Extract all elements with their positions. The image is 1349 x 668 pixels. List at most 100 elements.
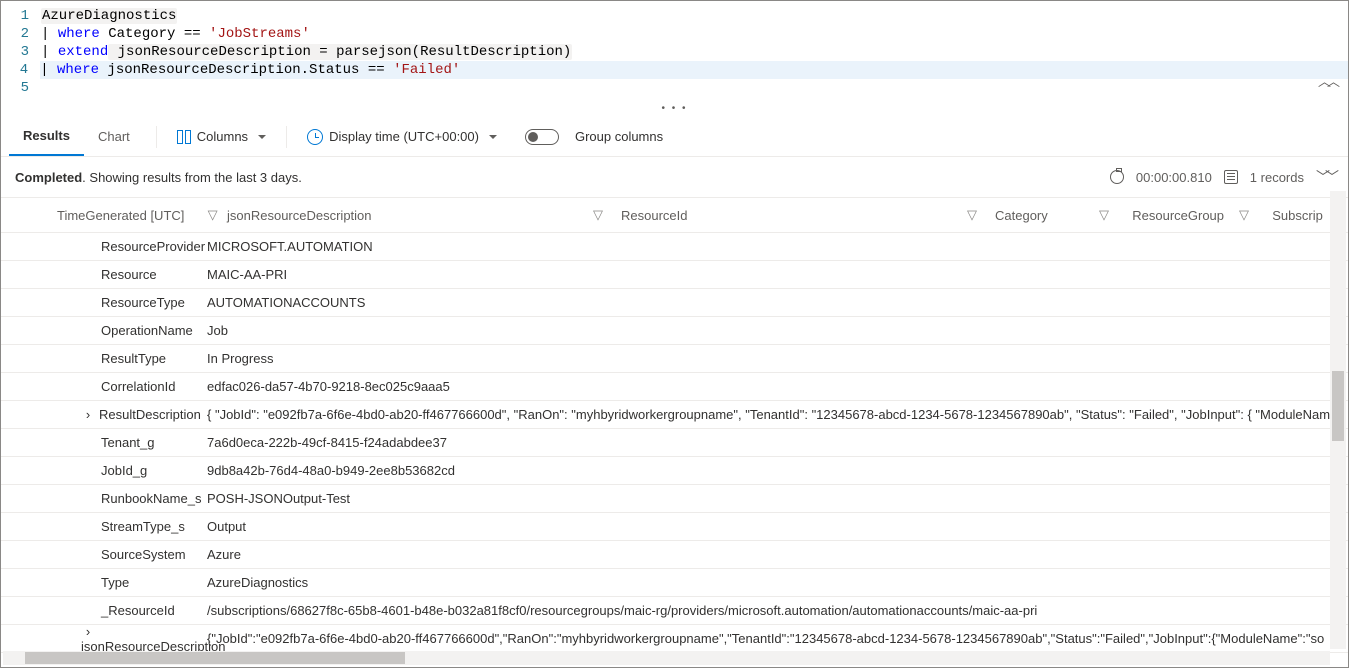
row-key: ResultDescription [99, 407, 201, 422]
row-value: {"JobId":"e092fb7a-6f6e-4bd0-ab20-ff4677… [207, 631, 1348, 646]
line-number: 5 [1, 79, 41, 97]
col-resourcegroup[interactable]: ResourceGroup [1132, 208, 1224, 223]
row-key: ResourceProvider [57, 239, 207, 254]
row-value: AzureDiagnostics [207, 575, 1348, 590]
row-key: StreamType_s [57, 519, 207, 534]
row-key: RunbookName_s [57, 491, 207, 506]
group-columns-toggle[interactable] [525, 129, 559, 145]
filter-icon[interactable]: ▽ [1099, 207, 1109, 223]
row-key: JobId_g [57, 463, 207, 478]
expand-row-icon[interactable]: › [81, 624, 95, 639]
row-value: MAIC-AA-PRI [207, 267, 1348, 282]
vertical-scrollbar[interactable] [1330, 191, 1346, 649]
expand-status-icon[interactable]: ﹀﹀ [1316, 167, 1334, 187]
filter-icon[interactable]: ▽ [967, 207, 977, 223]
code-token: Category == [100, 26, 209, 42]
row-value: Azure [207, 547, 1348, 562]
results-toolbar: Results Chart Columns Display time (UTC+… [1, 117, 1348, 157]
filter-icon[interactable]: ▽ [593, 207, 603, 223]
clock-icon [307, 129, 323, 145]
col-timegenerated[interactable]: TimeGenerated [UTC] [57, 208, 184, 223]
code-token: AzureDiagnostics [41, 8, 177, 24]
row-key: Resource [57, 267, 207, 282]
row-value: In Progress [207, 351, 1348, 366]
grid-body[interactable]: ResourceProviderMICROSOFT.AUTOMATIONReso… [1, 233, 1348, 667]
group-columns-label: Group columns [575, 129, 663, 144]
expand-row-icon[interactable]: › [81, 407, 95, 422]
editor-drag-handle[interactable]: • • • [1, 103, 1348, 117]
line-number: 2 [1, 25, 41, 43]
status-text: . Showing results from the last 3 days. [82, 170, 302, 185]
table-row: ›jsonResourceDescription{"JobId":"e092fb… [1, 625, 1348, 653]
status-completed: Completed [15, 170, 82, 185]
table-row: › ResultDescription { "JobId": "e092fb7a-6… [1, 401, 1348, 429]
row-key: Tenant_g [57, 435, 207, 450]
status-bar: Completed. Showing results from the last… [1, 157, 1348, 197]
row-value: AUTOMATIONACCOUNTS [207, 295, 1348, 310]
stopwatch-icon [1110, 170, 1124, 184]
col-jsonresourcedescription[interactable]: jsonResourceDescription [227, 208, 372, 223]
table-row: _ResourceId/subscriptions/68627f8c-65b8-… [1, 597, 1348, 625]
row-key: ResourceType [57, 295, 207, 310]
filter-icon[interactable]: ▽ [1239, 207, 1249, 223]
line-number: 3 [1, 43, 41, 61]
row-key: Type [57, 575, 207, 590]
line-number: 1 [1, 7, 41, 25]
row-value: /subscriptions/68627f8c-65b8-4601-b48e-b… [207, 603, 1348, 618]
horizontal-scroll-thumb[interactable] [25, 652, 405, 664]
query-editor[interactable]: 1AzureDiagnostics2| where Category == 'J… [1, 1, 1348, 99]
table-row: ResourceMAIC-AA-PRI [1, 261, 1348, 289]
display-time-label: Display time (UTC+00:00) [329, 129, 479, 144]
table-row: JobId_g9db8a42b-76d4-48a0-b949-2ee8b5368… [1, 457, 1348, 485]
filter-icon[interactable]: ▽ [208, 207, 218, 223]
code-token: | [40, 62, 57, 78]
grid-header: TimeGenerated [UTC] ▽ jsonResourceDescri… [1, 197, 1348, 233]
row-value: POSH-JSONOutput-Test [207, 491, 1348, 506]
separator [286, 126, 287, 148]
collapse-editor-icon[interactable]: ︿︿ [1318, 71, 1336, 90]
row-value: { "JobId": "e092fb7a-6f6e-4bd0-ab20-ff46… [207, 407, 1348, 422]
columns-label: Columns [197, 129, 248, 144]
table-row: Tenant_g7a6d0eca-222b-49cf-8415-f24adabd… [1, 429, 1348, 457]
table-row: SourceSystemAzure [1, 541, 1348, 569]
code-token: jsonResourceDescription = parsejson(Resu… [108, 44, 572, 60]
elapsed-time: 00:00:00.810 [1136, 170, 1212, 185]
line-number: 4 [1, 61, 40, 79]
columns-icon [177, 130, 191, 144]
code-token: jsonResourceDescription.Status == [99, 62, 393, 78]
col-subscription[interactable]: Subscrip [1272, 208, 1323, 223]
records-icon [1224, 170, 1238, 184]
col-category[interactable]: Category [995, 208, 1048, 223]
table-row: OperationNameJob [1, 317, 1348, 345]
row-key: _ResourceId [57, 603, 207, 618]
separator [156, 126, 157, 148]
code-token: | [41, 26, 58, 42]
horizontal-scrollbar[interactable] [3, 651, 1330, 665]
table-row: TypeAzureDiagnostics [1, 569, 1348, 597]
row-key: CorrelationId [57, 379, 207, 394]
table-row: StreamType_sOutput [1, 513, 1348, 541]
row-value: MICROSOFT.AUTOMATION [207, 239, 1348, 254]
row-value: 9db8a42b-76d4-48a0-b949-2ee8b53682cd [207, 463, 1348, 478]
table-row: ResourceProviderMICROSOFT.AUTOMATION [1, 233, 1348, 261]
tab-chart[interactable]: Chart [84, 117, 144, 156]
table-row: RunbookName_sPOSH-JSONOutput-Test [1, 485, 1348, 513]
row-value: Output [207, 519, 1348, 534]
vertical-scroll-thumb[interactable] [1332, 371, 1344, 441]
code-token: 'JobStreams' [209, 26, 310, 42]
row-value: 7a6d0eca-222b-49cf-8415-f24adabdee37 [207, 435, 1348, 450]
code-token: where [58, 26, 100, 42]
code-token: extend [58, 44, 108, 60]
col-resourceid[interactable]: ResourceId [621, 208, 687, 223]
row-value: edfac026-da57-4b70-9218-8ec025c9aaa5 [207, 379, 1348, 394]
row-key: OperationName [57, 323, 207, 338]
columns-button[interactable]: Columns [169, 125, 274, 148]
display-time-button[interactable]: Display time (UTC+00:00) [299, 125, 505, 149]
table-row: ResourceTypeAUTOMATIONACCOUNTS [1, 289, 1348, 317]
code-token: where [57, 62, 99, 78]
code-token: 'Failed' [393, 62, 460, 78]
record-count: 1 records [1250, 170, 1304, 185]
row-value: Job [207, 323, 1348, 338]
row-key: ResultType [57, 351, 207, 366]
tab-results[interactable]: Results [9, 117, 84, 156]
